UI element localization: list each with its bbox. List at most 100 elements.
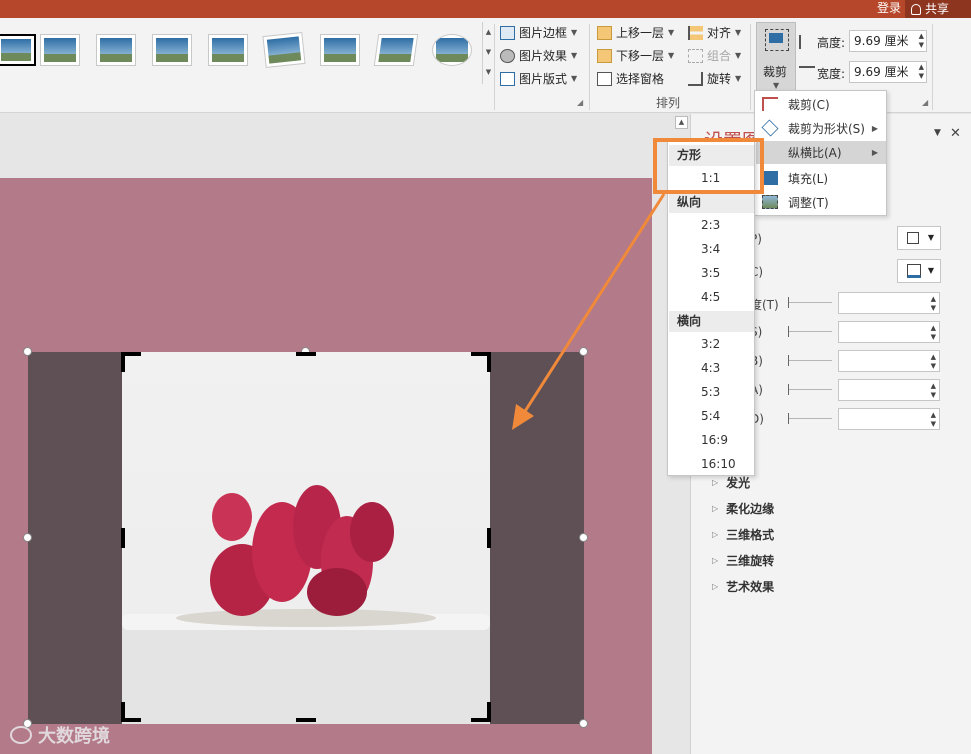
picture-style-thumb[interactable] bbox=[208, 34, 248, 66]
scroll-up-icon[interactable]: ▲ bbox=[675, 116, 688, 129]
picture-layout-button[interactable]: 图片版式 ▼ bbox=[500, 70, 577, 87]
section-glow[interactable]: ▷ 发光 bbox=[712, 474, 750, 491]
slider[interactable] bbox=[788, 384, 832, 395]
menu-item-crop-to-shape[interactable]: 裁剪为形状(S) ▶ bbox=[756, 117, 886, 140]
selection-pane-button[interactable]: 选择窗格 bbox=[597, 70, 664, 87]
spinner-icon[interactable]: ▲ ▼ bbox=[931, 382, 936, 400]
align-button[interactable]: 对齐 ▼ bbox=[688, 24, 741, 41]
dialog-launcher-icon[interactable]: ◢ bbox=[922, 98, 928, 107]
aspect-5-4[interactable]: 5:4 bbox=[669, 405, 754, 428]
slider[interactable] bbox=[788, 326, 832, 337]
chevron-down-icon: ▼ bbox=[927, 233, 934, 242]
aspect-3-4[interactable]: 3:4 bbox=[669, 238, 754, 261]
crop-handle[interactable] bbox=[296, 718, 316, 722]
crop-handle[interactable] bbox=[121, 702, 125, 722]
cactus-photo[interactable] bbox=[122, 352, 490, 724]
section-3d-rotation[interactable]: ▷ 三维旋转 bbox=[712, 552, 774, 569]
close-icon[interactable]: ✕ bbox=[950, 126, 961, 141]
picture-style-thumb[interactable] bbox=[262, 31, 306, 69]
slider[interactable] bbox=[788, 413, 832, 424]
chevron-right-icon: ▷ bbox=[712, 478, 719, 487]
chevron-down-icon[interactable]: ▼ bbox=[483, 42, 494, 62]
picture-effects-button[interactable]: 图片效果 ▼ bbox=[500, 47, 577, 64]
gallery-scrollbar[interactable]: ▲ ▼ ▼ bbox=[482, 22, 494, 84]
crop-handle[interactable] bbox=[487, 528, 491, 548]
picture-border-button[interactable]: 图片边框 ▼ bbox=[500, 24, 577, 41]
crop-icon bbox=[765, 29, 789, 51]
width-icon bbox=[799, 66, 815, 80]
group-icon bbox=[688, 48, 703, 63]
expand-gallery-icon[interactable]: ▼ bbox=[483, 62, 494, 82]
color-picker-button[interactable]: ▼ bbox=[897, 226, 941, 250]
spinner-icon[interactable]: ▲ ▼ bbox=[931, 411, 936, 429]
picture-style-thumb[interactable] bbox=[0, 34, 36, 66]
aspect-16-10[interactable]: 16:10 bbox=[669, 453, 754, 476]
picture-style-thumb[interactable] bbox=[373, 34, 419, 66]
picture-style-thumb[interactable] bbox=[320, 34, 360, 66]
menu-item-fill[interactable]: 填充(L) bbox=[756, 167, 886, 190]
section-3d-format[interactable]: ▷ 三维格式 bbox=[712, 526, 774, 543]
resize-handle[interactable] bbox=[23, 533, 32, 542]
picture-style-thumb[interactable] bbox=[432, 34, 472, 66]
watermark-logo-icon bbox=[10, 726, 32, 744]
share-button[interactable]: 共享 bbox=[905, 0, 971, 18]
chevron-right-icon: ▷ bbox=[712, 556, 719, 565]
send-backward-button[interactable]: 下移一层 ▼ bbox=[597, 47, 674, 64]
slider[interactable] bbox=[788, 355, 832, 366]
resize-handle[interactable] bbox=[23, 347, 32, 356]
crop-handle[interactable] bbox=[121, 528, 125, 548]
selection-pane-icon bbox=[597, 71, 612, 86]
width-field[interactable]: 9.69 厘米 ▲ ▼ bbox=[849, 61, 927, 83]
crop-handle[interactable] bbox=[296, 352, 316, 356]
fill-color-button[interactable]: ▼ bbox=[897, 259, 941, 283]
chevron-right-icon: ▷ bbox=[712, 504, 719, 513]
spinner-icon[interactable]: ▲ ▼ bbox=[919, 32, 924, 50]
chevron-right-icon: ▶ bbox=[871, 148, 878, 157]
chevron-up-icon[interactable]: ▲ bbox=[483, 22, 494, 42]
bring-forward-button[interactable]: 上移一层 ▼ bbox=[597, 24, 674, 41]
aspect-16-9[interactable]: 16:9 bbox=[669, 429, 754, 452]
number-field[interactable]: ▲ ▼ bbox=[838, 379, 940, 401]
crop-handle[interactable] bbox=[487, 702, 491, 722]
aspect-3-5[interactable]: 3:5 bbox=[669, 262, 754, 285]
chevron-right-icon: ▶ bbox=[871, 124, 878, 133]
spinner-icon[interactable]: ▲ ▼ bbox=[931, 324, 936, 342]
section-soft-edges[interactable]: ▷ 柔化边缘 bbox=[712, 500, 774, 517]
picture-style-thumb[interactable] bbox=[96, 34, 136, 66]
menu-item-fit[interactable]: 调整(T) bbox=[756, 191, 886, 214]
aspect-2-3[interactable]: 2:3 bbox=[669, 214, 754, 237]
spinner-icon[interactable]: ▲ ▼ bbox=[931, 295, 936, 313]
resize-handle[interactable] bbox=[579, 719, 588, 728]
slider[interactable] bbox=[788, 297, 832, 308]
number-field[interactable]: ▲ ▼ bbox=[838, 321, 940, 343]
picture-style-thumb[interactable] bbox=[40, 34, 80, 66]
spinner-icon[interactable]: ▲ ▼ bbox=[931, 353, 936, 371]
login-link[interactable]: 登录 bbox=[877, 0, 901, 16]
aspect-4-3[interactable]: 4:3 bbox=[669, 357, 754, 380]
crop-handle[interactable] bbox=[121, 352, 125, 372]
rotate-button[interactable]: 旋转 ▼ bbox=[688, 70, 741, 87]
number-field[interactable]: ▲ ▼ bbox=[838, 350, 940, 372]
resize-handle[interactable] bbox=[579, 533, 588, 542]
crop-handle[interactable] bbox=[487, 352, 491, 372]
pane-options-icon[interactable]: ▼ bbox=[934, 128, 941, 138]
section-artistic-effects[interactable]: ▷ 艺术效果 bbox=[712, 578, 774, 595]
number-field[interactable]: ▲ ▼ bbox=[838, 408, 940, 430]
fill-icon bbox=[762, 171, 778, 185]
height-icon bbox=[799, 35, 815, 49]
chevron-down-icon: ▼ bbox=[773, 81, 780, 90]
picture-style-thumb[interactable] bbox=[152, 34, 192, 66]
dialog-launcher-icon[interactable]: ◢ bbox=[577, 98, 583, 107]
number-field[interactable]: ▲ ▼ bbox=[838, 292, 940, 314]
title-bar bbox=[0, 0, 971, 18]
arrow-annotation-icon bbox=[512, 193, 666, 430]
menu-item-aspect-ratio[interactable]: 纵横比(A) ▶ bbox=[756, 141, 886, 164]
group-button[interactable]: 组合 ▼ bbox=[688, 47, 741, 64]
height-field[interactable]: 9.69 厘米 ▲ ▼ bbox=[849, 30, 927, 52]
aspect-5-3[interactable]: 5:3 bbox=[669, 381, 754, 404]
aspect-3-2[interactable]: 3:2 bbox=[669, 333, 754, 356]
layout-icon bbox=[500, 71, 515, 86]
menu-item-crop[interactable]: 裁剪(C) bbox=[756, 93, 886, 116]
spinner-icon[interactable]: ▲ ▼ bbox=[919, 63, 924, 81]
aspect-4-5[interactable]: 4:5 bbox=[669, 286, 754, 309]
